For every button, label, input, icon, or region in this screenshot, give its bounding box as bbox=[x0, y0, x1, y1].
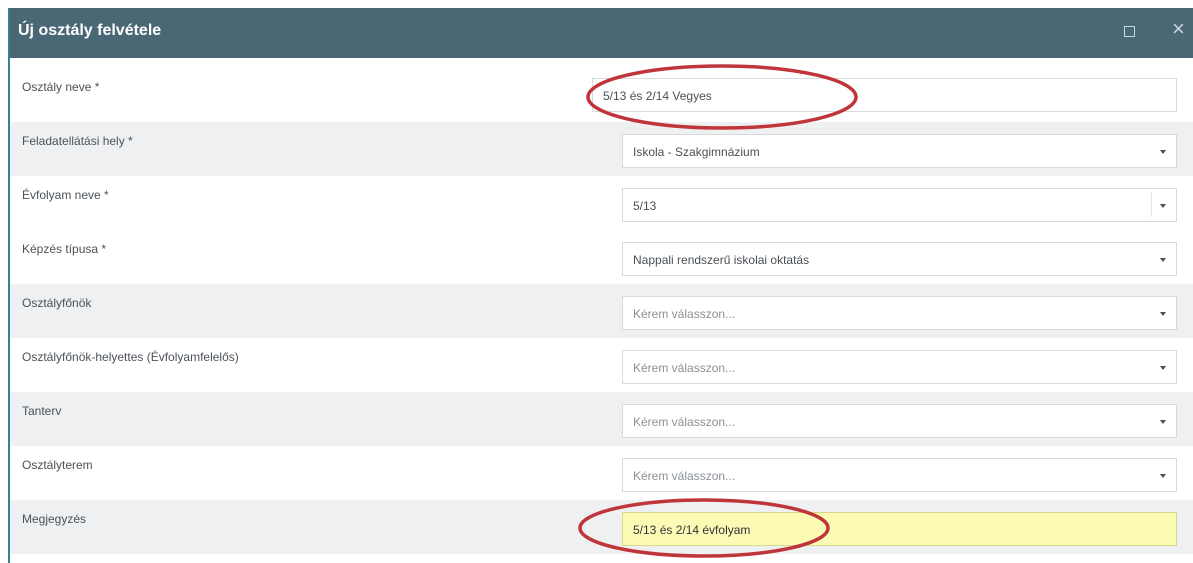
chevron-down-icon bbox=[1160, 258, 1166, 262]
form-row-deputy-head-teacher: Osztályfőnök-helyettes (Évfolyamfelelős)… bbox=[10, 338, 1193, 392]
training-type-select-value: Nappali rendszerű iskolai oktatás bbox=[633, 253, 810, 267]
training-type-select[interactable]: Nappali rendszerű iskolai oktatás bbox=[622, 242, 1177, 276]
form-row-training-type: Képzés típusa * Nappali rendszerű iskola… bbox=[10, 230, 1193, 284]
form-row-head-teacher: Osztályfőnök Kérem válasszon... bbox=[10, 284, 1193, 338]
classroom-placeholder: Kérem válasszon... bbox=[633, 469, 736, 483]
chevron-down-icon bbox=[1160, 204, 1166, 208]
grade-select-value: 5/13 bbox=[633, 199, 657, 213]
chevron-down-icon bbox=[1160, 420, 1166, 424]
grade-select[interactable]: 5/13 bbox=[622, 188, 1177, 222]
chevron-down-icon bbox=[1160, 366, 1166, 370]
curriculum-placeholder: Kérem válasszon... bbox=[633, 415, 736, 429]
select-divider bbox=[1151, 193, 1152, 217]
form-row-site: Feladatellátási hely * Iskola - Szakgimn… bbox=[10, 122, 1193, 176]
class-form: Osztály neve * 5/13 és 2/14 Vegyes Felad… bbox=[10, 68, 1193, 554]
chevron-down-icon bbox=[1160, 474, 1166, 478]
site-select[interactable]: Iskola - Szakgimnázium bbox=[622, 134, 1177, 168]
head-teacher-select[interactable]: Kérem válasszon... bbox=[622, 296, 1177, 330]
head-teacher-placeholder: Kérem válasszon... bbox=[633, 307, 736, 321]
deputy-head-teacher-label: Osztályfőnök-helyettes (Évfolyamfelelős) bbox=[22, 350, 239, 364]
deputy-head-teacher-select[interactable]: Kérem válasszon... bbox=[622, 350, 1177, 384]
classroom-label: Osztályterem bbox=[22, 458, 93, 472]
chevron-down-icon bbox=[1160, 312, 1166, 316]
training-type-label: Képzés típusa * bbox=[22, 242, 107, 256]
chevron-down-icon bbox=[1160, 150, 1166, 154]
curriculum-select[interactable]: Kérem válasszon... bbox=[622, 404, 1177, 438]
dialog-title: Új osztály felvétele bbox=[18, 22, 162, 39]
form-row-note: Megjegyzés 5/13 és 2/14 évfolyam bbox=[10, 500, 1193, 554]
deputy-head-teacher-placeholder: Kérem válasszon... bbox=[633, 361, 736, 375]
form-row-curriculum: Tanterv Kérem válasszon... bbox=[10, 392, 1193, 446]
form-row-class-name: Osztály neve * 5/13 és 2/14 Vegyes bbox=[10, 68, 1193, 122]
form-row-classroom: Osztályterem Kérem válasszon... bbox=[10, 446, 1193, 500]
maximize-icon[interactable] bbox=[1124, 26, 1135, 37]
grade-label: Évfolyam neve * bbox=[22, 188, 109, 202]
form-row-grade: Évfolyam neve * 5/13 bbox=[10, 176, 1193, 230]
note-input[interactable]: 5/13 és 2/14 évfolyam bbox=[622, 512, 1177, 546]
dialog-titlebar: Új osztály felvétele × bbox=[10, 8, 1193, 58]
class-name-input[interactable]: 5/13 és 2/14 Vegyes bbox=[592, 78, 1177, 112]
head-teacher-label: Osztályfőnök bbox=[22, 296, 92, 310]
note-label: Megjegyzés bbox=[22, 512, 87, 526]
new-class-dialog: Új osztály felvétele × Osztály neve * 5/… bbox=[8, 8, 1193, 563]
site-select-value: Iskola - Szakgimnázium bbox=[633, 145, 760, 159]
classroom-select[interactable]: Kérem válasszon... bbox=[622, 458, 1177, 492]
class-name-label: Osztály neve * bbox=[22, 80, 100, 94]
close-icon[interactable]: × bbox=[1172, 18, 1185, 40]
curriculum-label: Tanterv bbox=[22, 404, 62, 418]
site-label: Feladatellátási hely * bbox=[22, 134, 133, 148]
